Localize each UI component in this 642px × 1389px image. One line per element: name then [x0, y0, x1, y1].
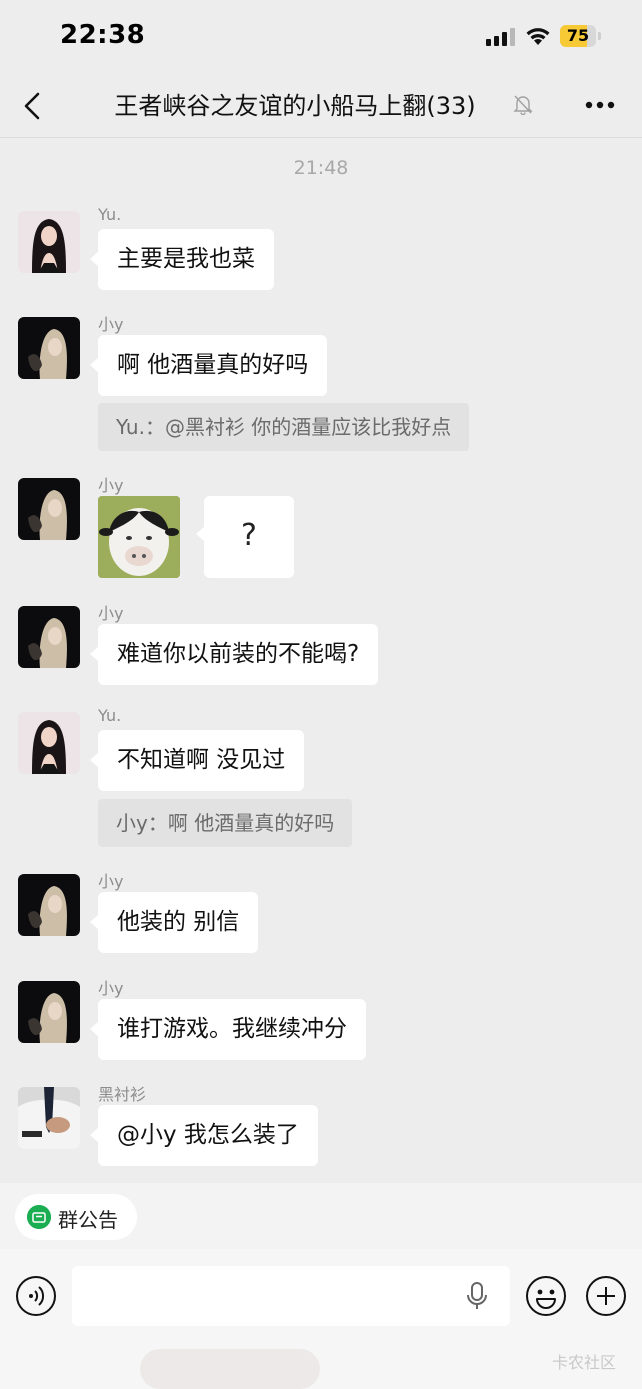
status-time: 22:38	[60, 20, 146, 50]
message-bubble[interactable]: ?	[196, 496, 294, 578]
status-bar: 22:38 75	[0, 0, 642, 72]
avatar[interactable]	[18, 981, 80, 1043]
sender-name: 小y	[98, 315, 124, 334]
avatar[interactable]	[18, 478, 80, 540]
more-dots-icon[interactable]	[584, 92, 616, 118]
battery-indicator: 75	[560, 25, 602, 47]
chat-input-bar: 卡农社区	[0, 1249, 642, 1389]
microphone-icon[interactable]	[464, 1281, 490, 1311]
sender-name: Yu.	[98, 706, 122, 725]
avatar[interactable]	[18, 712, 80, 774]
announcement-button[interactable]: 群公告	[15, 1194, 137, 1240]
cellular-signal-icon	[486, 28, 515, 46]
message-bubble[interactable]: 谁打游戏。我继续冲分	[90, 999, 366, 1060]
sender-name: 小y	[98, 476, 124, 495]
message-timestamp: 21:48	[293, 157, 349, 179]
announcement-bar: 群公告	[0, 1183, 642, 1249]
message-bubble[interactable]: 主要是我也菜	[90, 229, 274, 290]
voice-icon[interactable]	[15, 1275, 57, 1317]
avatar[interactable]	[18, 606, 80, 668]
chat-message-list[interactable]: 21:48 Yu. 主要是我也菜 小y 啊 他酒量真的好吗 Yu.：@黑衬衫 你…	[0, 139, 642, 1183]
chat-title: 王者峡谷之友谊的小船马上翻(33)	[114, 92, 476, 120]
wifi-icon	[526, 28, 550, 45]
avatar[interactable]	[18, 1087, 80, 1149]
sender-name: 小y	[98, 872, 124, 891]
avatar[interactable]	[18, 211, 80, 273]
message-input[interactable]	[72, 1266, 510, 1326]
message-bubble[interactable]: 不知道啊 没见过	[89, 730, 305, 791]
announcement-icon	[27, 1205, 51, 1229]
plus-circle-icon[interactable]	[585, 1275, 627, 1317]
message-bubble[interactable]: 他装的 别信	[89, 892, 259, 953]
announcement-label: 群公告	[58, 1208, 118, 1232]
battery-level: 75	[566, 26, 590, 45]
chat-header: 王者峡谷之友谊的小船马上翻(33)	[0, 72, 642, 138]
avatar[interactable]	[18, 874, 80, 936]
sticker-image[interactable]	[98, 496, 180, 578]
sender-name: Yu.	[98, 205, 122, 224]
sender-name: 小y	[98, 979, 124, 998]
message-bubble[interactable]: 啊 他酒量真的好吗	[89, 335, 328, 396]
avatar[interactable]	[18, 317, 80, 379]
bell-slash-icon	[513, 95, 533, 115]
quoted-reply[interactable]: Yu.：@黑衬衫 你的酒量应该比我好点	[98, 403, 470, 451]
message-bubble[interactable]: 难道你以前装的不能喝?	[89, 624, 379, 685]
message-bubble[interactable]: @小y 我怎么装了	[90, 1105, 318, 1166]
watermark: 卡农社区	[552, 1353, 617, 1372]
sender-name: 黑衬衫	[98, 1085, 147, 1104]
emoji-icon[interactable]	[525, 1275, 567, 1317]
sender-name: 小y	[98, 604, 124, 623]
quoted-reply[interactable]: 小y：啊 他酒量真的好吗	[98, 799, 353, 847]
chevron-left-icon[interactable]	[14, 86, 54, 126]
